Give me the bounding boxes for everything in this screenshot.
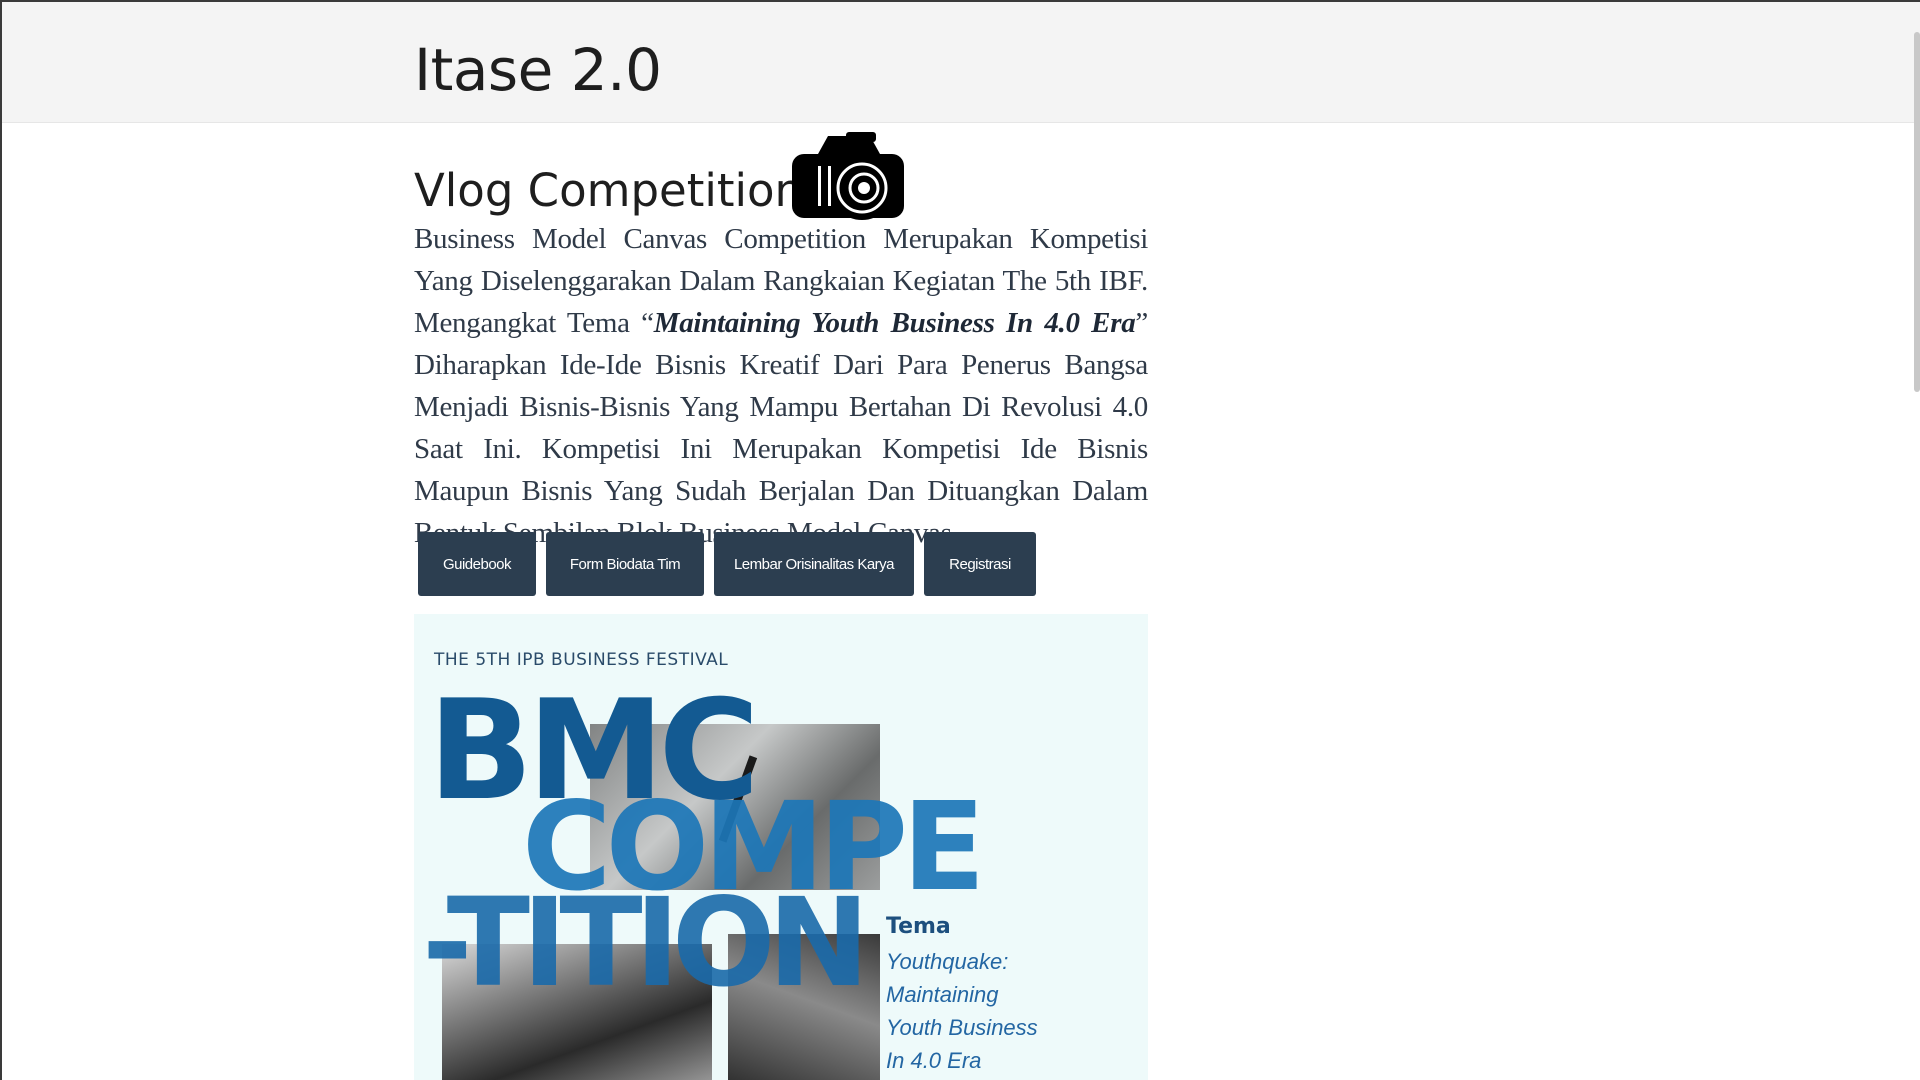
- description-emphasis: Maintaining Youth Business In 4.0 Era: [653, 307, 1136, 339]
- competition-poster: THE 5TH IPB BUSINESS FESTIVAL BMC COMPE …: [414, 614, 1148, 1080]
- description-text-end: ” Diharapkan Ide-Ide Bisnis Kreatif Dari…: [414, 307, 1148, 549]
- poster-theme: Tema Youthquake: Maintaining Youth Busin…: [886, 914, 1038, 1077]
- section-heading: Vlog Competition: [414, 164, 804, 217]
- poster-theme-line: Youth Business: [886, 1015, 1038, 1040]
- guidebook-button[interactable]: Guidebook: [418, 532, 536, 596]
- navbar-brand[interactable]: Itase 2.0: [414, 36, 662, 104]
- poster-theme-line: Youthquake:: [886, 949, 1009, 974]
- form-biodata-tim-button[interactable]: Form Biodata Tim: [546, 532, 704, 596]
- section-header: Vlog Competition: [414, 130, 1148, 230]
- camera-icon: [792, 132, 904, 220]
- poster-kicker: THE 5TH IPB BUSINESS FESTIVAL: [434, 650, 729, 670]
- section-description: Business Model Canvas Competition Merupa…: [414, 218, 1148, 554]
- poster-theme-title: Tema: [886, 914, 951, 939]
- poster-theme-line: In 4.0 Era: [886, 1048, 982, 1073]
- poster-theme-line: Maintaining: [886, 982, 999, 1007]
- scrollbar-thumb[interactable]: [1914, 32, 1920, 392]
- lembar-orisinalitas-karya-button[interactable]: Lembar Orisinalitas Karya: [714, 532, 914, 596]
- poster-title-tition: -TITION: [422, 872, 870, 1014]
- browser-viewport: Itase 2.0 Vlog Competition Business Mode…: [0, 0, 1920, 1080]
- navbar: Itase 2.0: [2, 2, 1920, 123]
- action-buttons: Guidebook Form Biodata Tim Lembar Orisin…: [418, 532, 1036, 596]
- registrasi-button[interactable]: Registrasi: [924, 532, 1036, 596]
